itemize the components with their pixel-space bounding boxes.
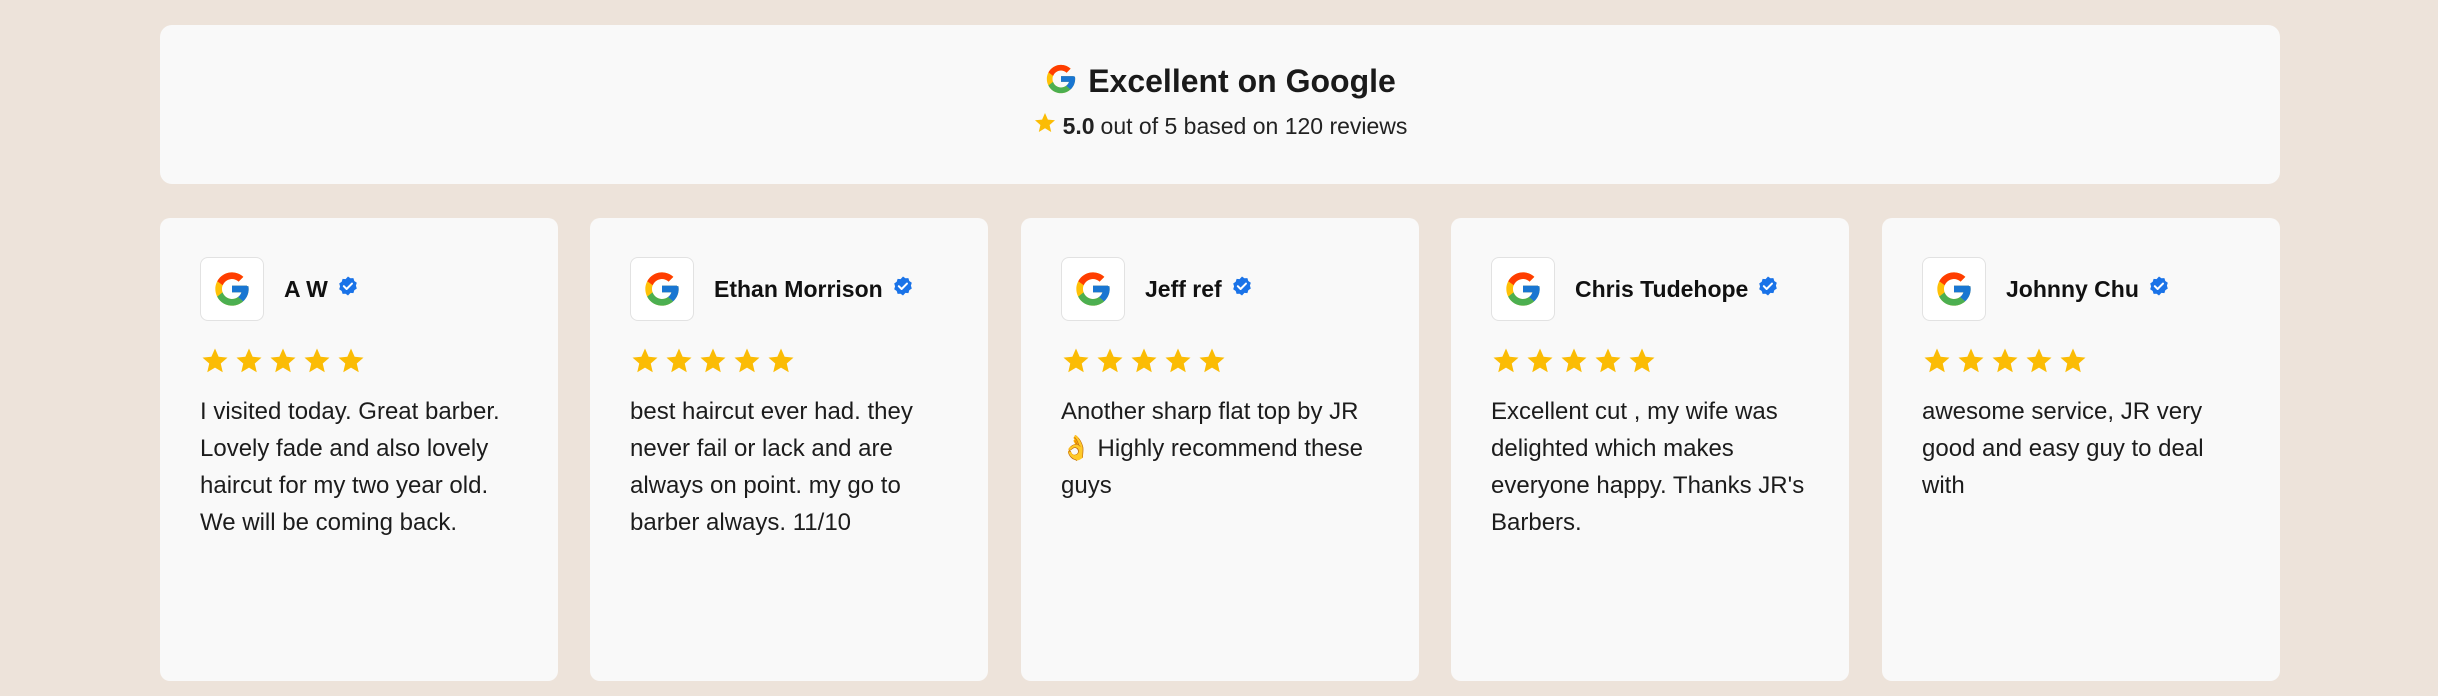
star-icon	[336, 346, 366, 381]
review-card: Chris Tudehope Excellent cut , my wife w…	[1451, 218, 1849, 681]
star-icon	[766, 346, 796, 381]
google-icon	[1491, 257, 1555, 321]
review-card-header: Ethan Morrison	[630, 256, 948, 322]
review-card: Johnny Chu awesome service, JR very good…	[1882, 218, 2280, 681]
verified-badge-icon	[2147, 275, 2171, 304]
star-icon	[732, 346, 762, 381]
reviewer: Jeff ref	[1145, 275, 1254, 304]
star-rating	[630, 346, 948, 381]
summary-score: 5.0	[1062, 112, 1095, 139]
review-card-header: A W	[200, 256, 518, 322]
star-rating	[200, 346, 518, 381]
review-card: A W I visited today. Great barber. Lovel…	[160, 218, 558, 681]
reviewer-name: Chris Tudehope	[1575, 275, 1749, 302]
google-icon	[1061, 257, 1125, 321]
verified-badge-icon	[891, 275, 915, 304]
star-icon	[1491, 346, 1521, 381]
star-rating	[1061, 346, 1379, 381]
star-icon	[1095, 346, 1125, 381]
reviewer: Johnny Chu	[2006, 275, 2171, 304]
star-icon	[1129, 346, 1159, 381]
star-icon	[698, 346, 728, 381]
review-text: Another sharp flat top by JR 👌 Highly re…	[1061, 398, 1364, 499]
star-icon	[1990, 346, 2020, 381]
reviewer-name: A W	[284, 275, 328, 302]
star-icon	[1956, 346, 1986, 381]
review-text: I visited today. Great barber. Lovely fa…	[200, 398, 500, 536]
summary-title: Excellent on Google	[1088, 63, 1396, 99]
star-icon	[268, 346, 298, 381]
summary-rating-text: out of 5 based on 120 reviews	[1100, 112, 1408, 139]
reviewer: Chris Tudehope	[1575, 275, 1780, 304]
star-icon	[2024, 346, 2054, 381]
review-card-header: Jeff ref	[1061, 256, 1379, 322]
review-card: Jeff ref Another sharp flat top by JR 👌 …	[1021, 218, 1419, 681]
star-icon	[1593, 346, 1623, 381]
star-icon	[1033, 111, 1057, 141]
star-rating	[1922, 346, 2240, 381]
star-icon	[2058, 346, 2088, 381]
star-icon	[200, 346, 230, 381]
google-icon	[200, 257, 264, 321]
summary-rating: 5.0 out of 5 based on 120 reviews	[1033, 111, 1408, 141]
star-icon	[302, 346, 332, 381]
verified-badge-icon	[1230, 275, 1254, 304]
review-text: best haircut ever had. they never fail o…	[630, 398, 913, 536]
verified-badge-icon	[336, 275, 360, 304]
star-icon	[1559, 346, 1589, 381]
reviewer-name: Ethan Morrison	[714, 275, 883, 302]
review-card-header: Johnny Chu	[1922, 256, 2240, 322]
reviewer: Ethan Morrison	[714, 275, 915, 304]
google-icon	[1044, 62, 1078, 101]
review-text: Excellent cut , my wife was delighted wh…	[1491, 398, 1805, 536]
star-icon	[1627, 346, 1657, 381]
google-icon	[1922, 257, 1986, 321]
verified-badge-icon	[1756, 275, 1780, 304]
star-icon	[630, 346, 660, 381]
reviewer: A W	[284, 275, 360, 304]
google-icon	[630, 257, 694, 321]
review-card: Ethan Morrison best haircut ever had. th…	[590, 218, 988, 681]
star-icon	[1197, 346, 1227, 381]
star-icon	[234, 346, 264, 381]
star-icon	[1061, 346, 1091, 381]
reviewer-name: Johnny Chu	[2006, 275, 2139, 302]
star-icon	[1163, 346, 1193, 381]
review-cards: A W I visited today. Great barber. Lovel…	[160, 218, 2280, 681]
star-rating	[1491, 346, 1809, 381]
star-icon	[664, 346, 694, 381]
review-text: awesome service, JR very good and easy g…	[1922, 398, 2204, 499]
star-icon	[1525, 346, 1555, 381]
rating-summary: Excellent on Google 5.0 out of 5 based o…	[160, 25, 2280, 184]
star-icon	[1922, 346, 1952, 381]
summary-title-row: Excellent on Google	[1044, 62, 1396, 101]
review-card-header: Chris Tudehope	[1491, 256, 1809, 322]
reviewer-name: Jeff ref	[1145, 275, 1222, 302]
